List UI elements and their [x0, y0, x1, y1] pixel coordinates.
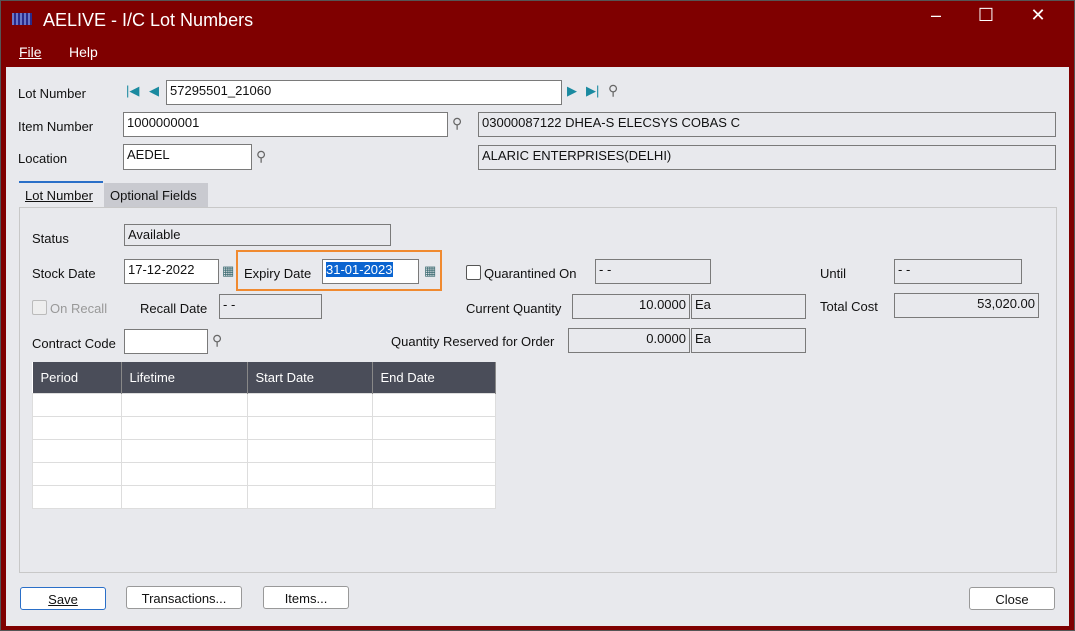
- status-label: Status: [32, 231, 69, 246]
- lot-number-label: Lot Number: [18, 86, 86, 101]
- reserved-qty-label: Quantity Reserved for Order: [391, 334, 555, 349]
- table-row[interactable]: [32, 393, 496, 417]
- item-finder-icon[interactable]: ⚲: [452, 115, 462, 132]
- save-button[interactable]: Save: [20, 587, 106, 610]
- column-lifetime[interactable]: Lifetime: [121, 362, 248, 394]
- table-row[interactable]: [32, 485, 496, 509]
- current-qty-value: 10.0000: [572, 294, 690, 319]
- close-button[interactable]: Close: [969, 587, 1055, 610]
- maximize-button[interactable]: ☐: [966, 5, 1006, 26]
- on-recall-checkbox[interactable]: [32, 300, 47, 315]
- status-value: Available: [124, 224, 391, 246]
- location-input[interactable]: AEDEL: [123, 144, 252, 170]
- menu-help[interactable]: Help: [69, 44, 98, 60]
- contract-code-input[interactable]: [124, 329, 208, 354]
- column-start-date[interactable]: Start Date: [247, 362, 373, 394]
- recall-date: - -: [219, 294, 322, 319]
- expiry-date-label: Expiry Date: [244, 266, 312, 281]
- column-period[interactable]: Period: [32, 362, 122, 394]
- stock-date-label: Stock Date: [32, 266, 96, 281]
- on-recall-label: On Recall: [50, 301, 108, 316]
- item-number-label: Item Number: [18, 119, 94, 134]
- item-description: 03000087122 DHEA-S ELECSYS COBAS C: [478, 112, 1056, 137]
- expiry-date-input[interactable]: 31-01-2023: [322, 259, 419, 284]
- window-title: AELIVE - I/C Lot Numbers: [43, 10, 254, 30]
- stock-date-calendar-icon[interactable]: ▦: [222, 263, 234, 279]
- previous-record-icon[interactable]: ◀: [149, 83, 159, 99]
- app-icon: [12, 13, 32, 25]
- lot-finder-icon[interactable]: ⚲: [608, 82, 618, 99]
- location-label: Location: [18, 151, 68, 166]
- form-body: Lot Number |◀ ◀ 57295501_21060 ▶ ▶| ⚲ It…: [6, 67, 1069, 626]
- tab-optional-fields[interactable]: Optional Fields: [104, 183, 208, 209]
- current-qty-uom: Ea: [691, 294, 806, 319]
- period-grid[interactable]: Period Lifetime Start Date End Date: [32, 362, 496, 509]
- table-row[interactable]: [32, 462, 496, 486]
- last-record-icon[interactable]: ▶|: [586, 83, 599, 99]
- total-cost-value: 53,020.00: [894, 293, 1039, 318]
- expiry-date-calendar-icon[interactable]: ▦: [424, 263, 436, 279]
- minimize-button[interactable]: –: [916, 5, 956, 26]
- contract-code-label: Contract Code: [32, 336, 116, 351]
- window: AELIVE - I/C Lot Numbers – ☐ ✕ File Help…: [0, 0, 1075, 631]
- contract-finder-icon[interactable]: ⚲: [212, 332, 222, 349]
- next-record-icon[interactable]: ▶: [567, 83, 577, 99]
- location-description: ALARIC ENTERPRISES(DELHI): [478, 145, 1056, 170]
- table-row[interactable]: [32, 439, 496, 463]
- menu-file[interactable]: File: [19, 44, 42, 60]
- current-qty-label: Current Quantity: [466, 301, 562, 316]
- transactions-button[interactable]: Transactions...: [126, 586, 242, 609]
- table-row[interactable]: [32, 416, 496, 440]
- stock-date-input[interactable]: 17-12-2022: [124, 259, 219, 284]
- expiry-date-selected-text: 31-01-2023: [326, 262, 393, 277]
- lot-number-input[interactable]: 57295501_21060: [166, 80, 562, 105]
- items-button[interactable]: Items...: [263, 586, 349, 609]
- quarantined-checkbox[interactable]: [466, 265, 481, 280]
- tab-lot-number[interactable]: Lot Number: [19, 181, 103, 207]
- close-window-button[interactable]: ✕: [1018, 5, 1058, 26]
- quarantined-label: Quarantined On: [484, 266, 577, 281]
- title-bar: AELIVE - I/C Lot Numbers – ☐ ✕: [1, 1, 1074, 39]
- reserved-qty-value: 0.0000: [568, 328, 690, 353]
- first-record-icon[interactable]: |◀: [126, 83, 139, 99]
- reserved-qty-uom: Ea: [691, 328, 806, 353]
- until-date: - -: [894, 259, 1022, 284]
- column-end-date[interactable]: End Date: [372, 362, 496, 394]
- quarantined-date: - -: [595, 259, 711, 284]
- grid-header: Period Lifetime Start Date End Date: [32, 362, 496, 394]
- recall-date-label: Recall Date: [140, 301, 208, 316]
- total-cost-label: Total Cost: [820, 299, 878, 314]
- item-number-input[interactable]: 1000000001: [123, 112, 448, 137]
- location-finder-icon[interactable]: ⚲: [256, 148, 266, 165]
- until-label: Until: [820, 266, 847, 281]
